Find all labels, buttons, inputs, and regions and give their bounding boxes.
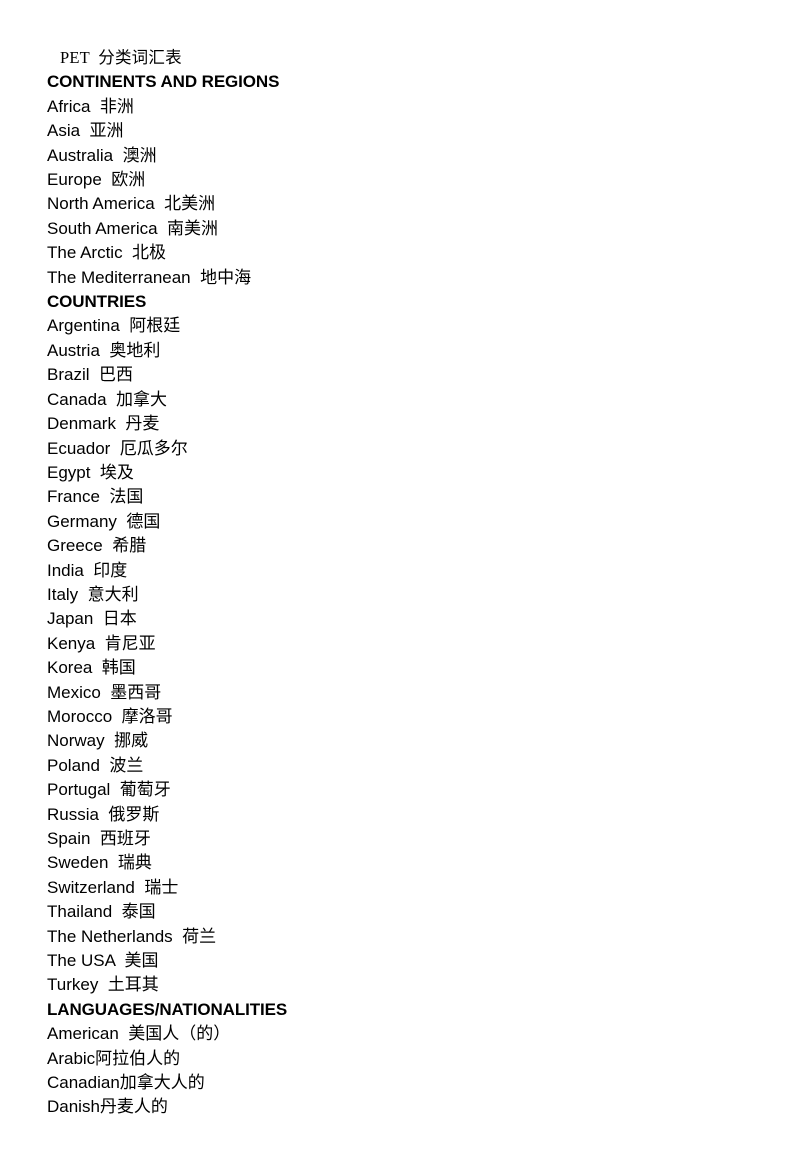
vocab-entry: Korea 韩国 — [47, 658, 136, 678]
section-heading-countries: COUNTRIES — [47, 292, 147, 312]
section-countries: COUNTRIES Argentina 阿根廷 Austria 奥地利 Braz… — [47, 290, 747, 998]
document-page: PET 分类词汇表 CONTINENTS AND REGIONS Africa … — [0, 0, 793, 1155]
vocab-entry: Morocco 摩洛哥 — [47, 706, 173, 726]
vocab-entry: The USA 美国 — [47, 951, 159, 971]
section-heading-continents-and-regions: CONTINENTS AND REGIONS — [47, 72, 280, 92]
vocab-entry: Asia 亚洲 — [47, 121, 124, 141]
vocab-entry: Kenya 肯尼亚 — [47, 633, 156, 653]
vocab-entry: Africa 非洲 — [47, 96, 134, 116]
vocab-entry: Germany 德国 — [47, 511, 161, 531]
vocab-entry: Argentina 阿根廷 — [47, 316, 181, 336]
vocab-entry: Arabic阿拉伯人的 — [47, 1048, 181, 1068]
vocab-entry: The Arctic 北极 — [47, 243, 167, 263]
vocab-entry: Norway 挪威 — [47, 731, 149, 751]
vocab-entry: Canadian加拿大人的 — [47, 1073, 205, 1093]
vocab-entry: Thailand 泰国 — [47, 902, 156, 922]
vocab-entry: Australia 澳洲 — [47, 145, 157, 165]
vocab-entry: Brazil 巴西 — [47, 365, 133, 385]
vocab-entry: Egypt 埃及 — [47, 462, 134, 482]
vocab-entry: American 美国人（的） — [47, 1024, 231, 1044]
section-languages-nationalities: LANGUAGES/NATIONALITIES American 美国人（的） … — [47, 998, 747, 1120]
vocab-entry: Switzerland 瑞士 — [47, 877, 179, 897]
vocab-entry: India 印度 — [47, 560, 128, 580]
section-heading-languages-nationalities: LANGUAGES/NATIONALITIES — [47, 999, 288, 1019]
vocab-entry: Poland 波兰 — [47, 755, 144, 775]
page-title: PET 分类词汇表 — [60, 48, 182, 67]
vocab-entry: The Mediterranean 地中海 — [47, 267, 252, 287]
vocab-entry: France 法国 — [47, 487, 144, 507]
vocab-entry: Ecuador 厄瓜多尔 — [47, 438, 188, 458]
vocab-entry: Greece 希腊 — [47, 536, 147, 556]
section-continents-and-regions: CONTINENTS AND REGIONS Africa 非洲 Asia 亚洲… — [47, 70, 747, 290]
vocab-entry: Russia 俄罗斯 — [47, 804, 160, 824]
vocab-entry: Canada 加拿大 — [47, 389, 167, 409]
document-body: PET 分类词汇表 CONTINENTS AND REGIONS Africa … — [47, 46, 747, 1120]
vocab-entry: Denmark 丹麦 — [47, 414, 160, 434]
vocab-entry: Danish丹麦人的 — [47, 1097, 168, 1117]
vocab-entry: Europe 欧洲 — [47, 170, 146, 190]
vocab-entry: Mexico 墨西哥 — [47, 682, 162, 702]
vocab-entry: The Netherlands 荷兰 — [47, 926, 217, 946]
vocab-entry: Austria 奥地利 — [47, 340, 161, 360]
vocab-entry: Turkey 土耳其 — [47, 975, 159, 995]
vocab-entry: Sweden 瑞典 — [47, 853, 152, 873]
vocab-entry: Japan 日本 — [47, 609, 137, 629]
vocab-entry: Italy 意大利 — [47, 584, 139, 604]
vocab-entry: North America 北美洲 — [47, 194, 216, 214]
vocab-entry: Portugal 葡萄牙 — [47, 780, 171, 800]
vocab-entry: Spain 西班牙 — [47, 829, 151, 848]
vocab-entry: South America 南美洲 — [47, 218, 219, 238]
